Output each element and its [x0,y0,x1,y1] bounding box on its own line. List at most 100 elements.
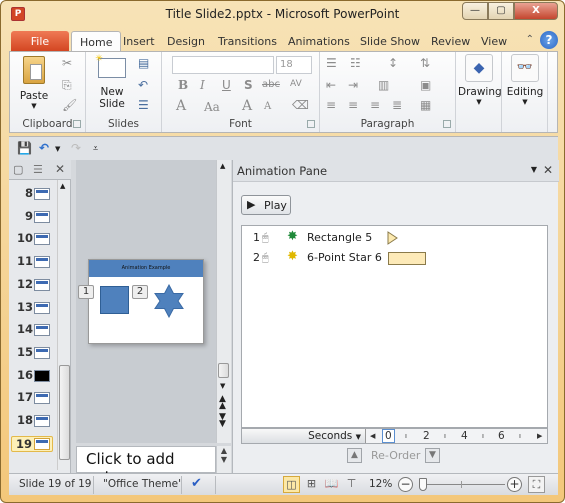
close-button[interactable]: X [514,2,558,20]
zoom-slider-thumb[interactable] [418,478,427,491]
six-point-star-shape[interactable] [153,284,185,318]
slide-thumbnail-number[interactable]: 14 [11,322,33,336]
previous-slide-icon[interactable]: ▲ ▲ [219,395,226,411]
maximize-button[interactable]: ▢ [488,2,514,20]
seconds-dropdown[interactable]: Seconds ▼ [242,429,366,443]
clear-formatting-icon[interactable]: ⌫ [292,98,309,112]
underline-button[interactable]: U [222,78,231,92]
normal-view-button[interactable]: ◫ [283,476,300,493]
columns-icon[interactable]: ▥ [378,78,389,92]
clipboard-launcher-icon[interactable] [73,120,81,128]
slide-thumbnail[interactable] [34,392,50,405]
tab-slide-show[interactable]: Slide Show [352,31,428,52]
numbering-icon[interactable]: ☷ [350,56,361,70]
layout-icon[interactable]: ▤ [138,56,149,70]
grow-font-button[interactable]: A [242,98,252,114]
tab-animations[interactable]: Animations [280,31,358,52]
scroll-down-icon[interactable]: ▼ [220,382,225,390]
play-button[interactable]: ▶ Play [241,195,291,215]
change-case-button[interactable]: Aa [204,100,220,114]
scroll-thumb[interactable] [218,363,229,378]
animation-item[interactable]: 2 🖱 ✸ 6-Point Star 6 [242,248,547,268]
scroll-thumb[interactable] [59,365,70,460]
slide-thumbnail[interactable] [34,188,50,200]
format-painter-icon[interactable]: 🖌 [62,98,77,112]
slide-thumbnail[interactable] [34,301,50,314]
align-left-icon[interactable]: ≡ [326,98,336,112]
justify-icon[interactable]: ≣ [392,98,402,112]
slide-thumbnail-number[interactable]: 9 [11,209,33,223]
zoom-slider[interactable] [421,484,505,485]
align-right-icon[interactable]: ≡ [370,98,380,112]
character-spacing-button[interactable]: AV [290,79,302,89]
slide-thumbnail[interactable] [34,415,50,427]
move-down-button[interactable]: ▼ [425,448,440,463]
tab-home[interactable]: Home [71,31,122,52]
slide-thumbnail[interactable] [34,369,50,382]
minimize-button[interactable]: — [462,2,488,20]
paragraph-launcher-icon[interactable] [443,120,451,128]
undo-icon[interactable]: ↶ [39,141,49,155]
font-color-button[interactable]: A [176,98,186,114]
center-icon[interactable]: ≡ [348,98,358,112]
rectangle-shape[interactable] [100,286,129,314]
slide-thumbnail-number[interactable]: 13 [11,300,33,314]
save-icon[interactable]: 💾 [17,141,32,155]
close-pane-icon[interactable]: ✕ [543,163,553,177]
current-slide[interactable]: Animation Example [88,259,204,344]
notes-scrollbar[interactable]: ▲ ▼ [216,446,231,473]
slide-thumbnail[interactable] [34,256,50,269]
timing-bar-entrance[interactable] [387,231,399,245]
pane-options-icon[interactable]: ▼ [531,165,537,174]
next-slide-icon[interactable]: ▼ ▼ [219,413,226,429]
slide-sorter-view-button[interactable]: ⊞ [303,476,320,493]
slide-title[interactable]: Animation Example [89,260,203,277]
customize-qat-icon[interactable]: ⩡ [93,144,98,154]
reset-icon[interactable]: ↶ [138,78,148,92]
reading-view-button[interactable]: 📖 [323,476,340,493]
paste-button[interactable]: Paste ▼ [16,56,52,110]
outline-tab-icon[interactable]: ☰ [33,163,43,176]
tab-review[interactable]: Review [423,31,478,52]
cut-icon[interactable]: ✂ [62,56,72,70]
timing-bar-emphasis[interactable] [388,252,426,265]
tab-transitions[interactable]: Transitions [210,31,285,52]
spell-check-icon[interactable]: ✔ [191,476,202,491]
close-panel-icon[interactable]: ✕ [55,162,65,176]
slide-thumbnail-number[interactable]: 16 [11,368,33,382]
tab-design[interactable]: Design [159,31,213,52]
copy-icon[interactable]: ⎘ [62,78,72,93]
slide-scrollbar[interactable]: ▲ ▼ ▲ ▲ ▼ ▼ [216,160,231,443]
scroll-up-icon[interactable]: ▲ [217,446,231,455]
shrink-font-button[interactable]: A [264,101,271,112]
slide-thumbnail-number[interactable]: 8 [11,186,33,200]
slide-thumbnail-number[interactable]: 12 [11,277,33,291]
section-icon[interactable]: ☰ [138,98,149,112]
tab-file[interactable]: File [11,31,69,52]
animation-tag-2[interactable]: 2 [132,285,148,299]
minimize-ribbon-icon[interactable]: ⌃ [526,34,534,45]
move-up-button[interactable]: ▲ [347,448,362,463]
zoom-out-button[interactable]: − [398,477,413,492]
slide-thumbnail[interactable] [34,210,50,223]
slide-thumbnail-number[interactable]: 18 [11,413,33,427]
scroll-up-icon[interactable]: ▲ [60,182,65,190]
new-slide-button[interactable]: ✳ New Slide [94,55,130,110]
slide-editor[interactable]: Animation Example 1 2 [76,160,216,443]
strikethrough-button[interactable]: abc [262,79,280,90]
help-icon[interactable]: ? [540,31,558,49]
scroll-up-icon[interactable]: ▲ [220,162,225,170]
slide-thumbnail[interactable] [34,278,50,291]
font-name-dropdown[interactable] [172,56,274,74]
slides-panel-scrollbar[interactable]: ▲ [57,180,70,470]
slides-tab-icon[interactable]: ▢ [13,163,23,176]
timeline-left-arrow-icon[interactable]: ◀ [370,429,375,443]
shadow-button[interactable]: S [244,78,253,92]
slide-thumbnail-number[interactable]: 15 [11,345,33,359]
font-size-dropdown[interactable]: 18 [276,56,312,74]
slide-thumbnail-number[interactable]: 17 [11,390,33,404]
notes-pane[interactable]: Click to add notes [76,446,216,486]
bold-button[interactable]: B [178,78,188,92]
line-spacing-icon[interactable]: ↕ [388,56,398,70]
slide-thumbnail-number[interactable]: 11 [11,254,33,268]
